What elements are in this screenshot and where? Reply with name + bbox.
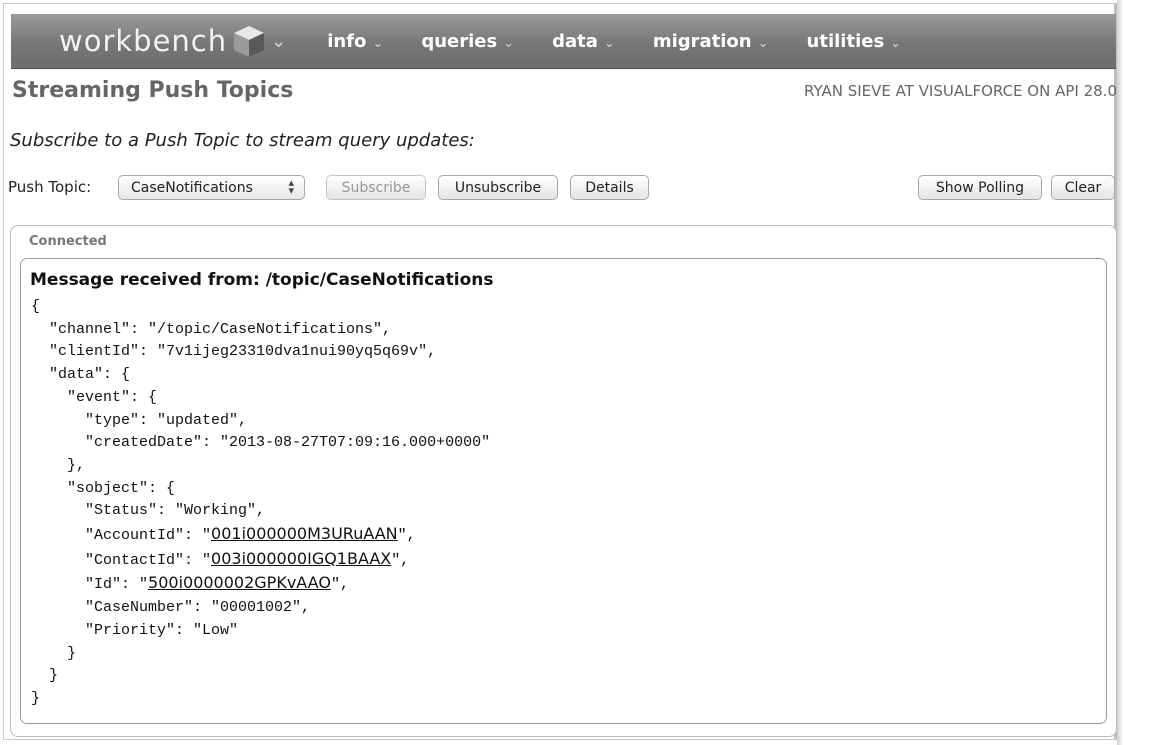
nav-info-label: info [327, 30, 367, 52]
stream-panel: Connected Message received from: /topic/… [10, 225, 1117, 737]
account-id-link[interactable]: 001i000000M3URuAAN [211, 524, 398, 543]
push-topic-controls: Push Topic: CaseNotifications ▴ ▾ Subscri… [8, 174, 1118, 204]
select-arrows-icon: ▴ ▾ [288, 176, 294, 197]
json-line: { [31, 298, 41, 315]
json-line: "Priority": "Low" [31, 621, 239, 639]
frame-shadow [1117, 0, 1122, 745]
nav-data[interactable]: data ⌄ [552, 31, 615, 52]
json-key-contact: "ContactId": " [31, 551, 212, 569]
json-line: "CaseNumber": "00001002", [31, 599, 311, 617]
json-key-account: "AccountId": " [31, 527, 212, 545]
subscribe-button[interactable]: Subscribe [326, 175, 426, 200]
json-line: }, [31, 456, 86, 474]
unsubscribe-button[interactable]: Unsubscribe [438, 175, 558, 200]
chevron-down-icon: ⌄ [890, 35, 902, 51]
chevron-down-icon: ⌄ [503, 35, 515, 51]
json-line: } [31, 644, 77, 662]
user-info: RYAN SIEVE AT VISUALFORCE ON API 28.0 [804, 82, 1117, 100]
json-suffix: ", [397, 527, 416, 545]
show-polling-button[interactable]: Show Polling [918, 175, 1042, 200]
push-topic-selected-value: CaseNotifications [131, 179, 253, 196]
logo-text: workbench [59, 24, 228, 58]
nav-queries[interactable]: queries ⌄ [421, 31, 514, 52]
nav-info[interactable]: info ⌄ [327, 31, 383, 52]
json-suffix: ", [391, 551, 410, 569]
chevron-down-icon: ⌄ [757, 35, 769, 51]
message-box[interactable]: Message received from: /topic/CaseNotifi… [20, 258, 1107, 724]
contact-id-link[interactable]: 003i000000IGQ1BAAX [211, 549, 391, 568]
push-topic-label: Push Topic: [8, 178, 92, 196]
clear-button[interactable]: Clear [1051, 175, 1115, 200]
json-line: "channel": "/topic/CaseNotifications", [31, 320, 392, 338]
nav-utilities-label: utilities [806, 30, 885, 52]
json-key-id: "Id": " [31, 576, 149, 594]
json-line: "sobject": { [31, 479, 176, 497]
nav-utilities[interactable]: utilities ⌄ [807, 31, 902, 52]
message-header: Message received from: /topic/CaseNotifi… [30, 270, 494, 290]
message-json: { "channel": "/topic/CaseNotifications",… [31, 296, 490, 711]
json-line: "type": "updated", [31, 411, 248, 429]
nav-migration-label: migration [652, 30, 752, 52]
workbench-logo[interactable]: workbench ⌄ [59, 23, 287, 59]
page-title: Streaming Push Topics [12, 78, 294, 103]
chevron-down-icon: ⌄ [271, 30, 288, 52]
json-suffix: ", [330, 576, 349, 594]
json-line: } [31, 689, 41, 707]
nav-migration[interactable]: migration ⌄ [653, 31, 769, 52]
json-line: } [31, 667, 59, 685]
nav-data-label: data [552, 30, 598, 52]
details-button[interactable]: Details [570, 175, 649, 200]
json-line: "clientId": "7v1ijeg23310dva1nui90yq5q69… [31, 343, 437, 361]
json-line: "event": { [31, 388, 158, 406]
chevron-down-icon: ⌄ [372, 35, 384, 51]
cube-icon [234, 26, 265, 57]
connection-status: Connected [29, 234, 107, 249]
nav-queries-label: queries [421, 30, 498, 52]
top-nav-bar: workbench ⌄ info ⌄ queries ⌄ data ⌄ migr… [11, 14, 1116, 69]
push-topic-select[interactable]: CaseNotifications ▴ ▾ [118, 175, 305, 200]
json-line: "Status": "Working", [31, 502, 266, 520]
page-subtitle: Subscribe to a Push Topic to stream quer… [10, 130, 475, 151]
json-line: "createdDate": "2013-08-27T07:09:16.000+… [31, 434, 491, 452]
json-line: "data": { [31, 366, 131, 384]
chevron-down-icon: ⌄ [603, 35, 615, 51]
case-id-link[interactable]: 500i0000002GPKvAAO [148, 573, 331, 592]
